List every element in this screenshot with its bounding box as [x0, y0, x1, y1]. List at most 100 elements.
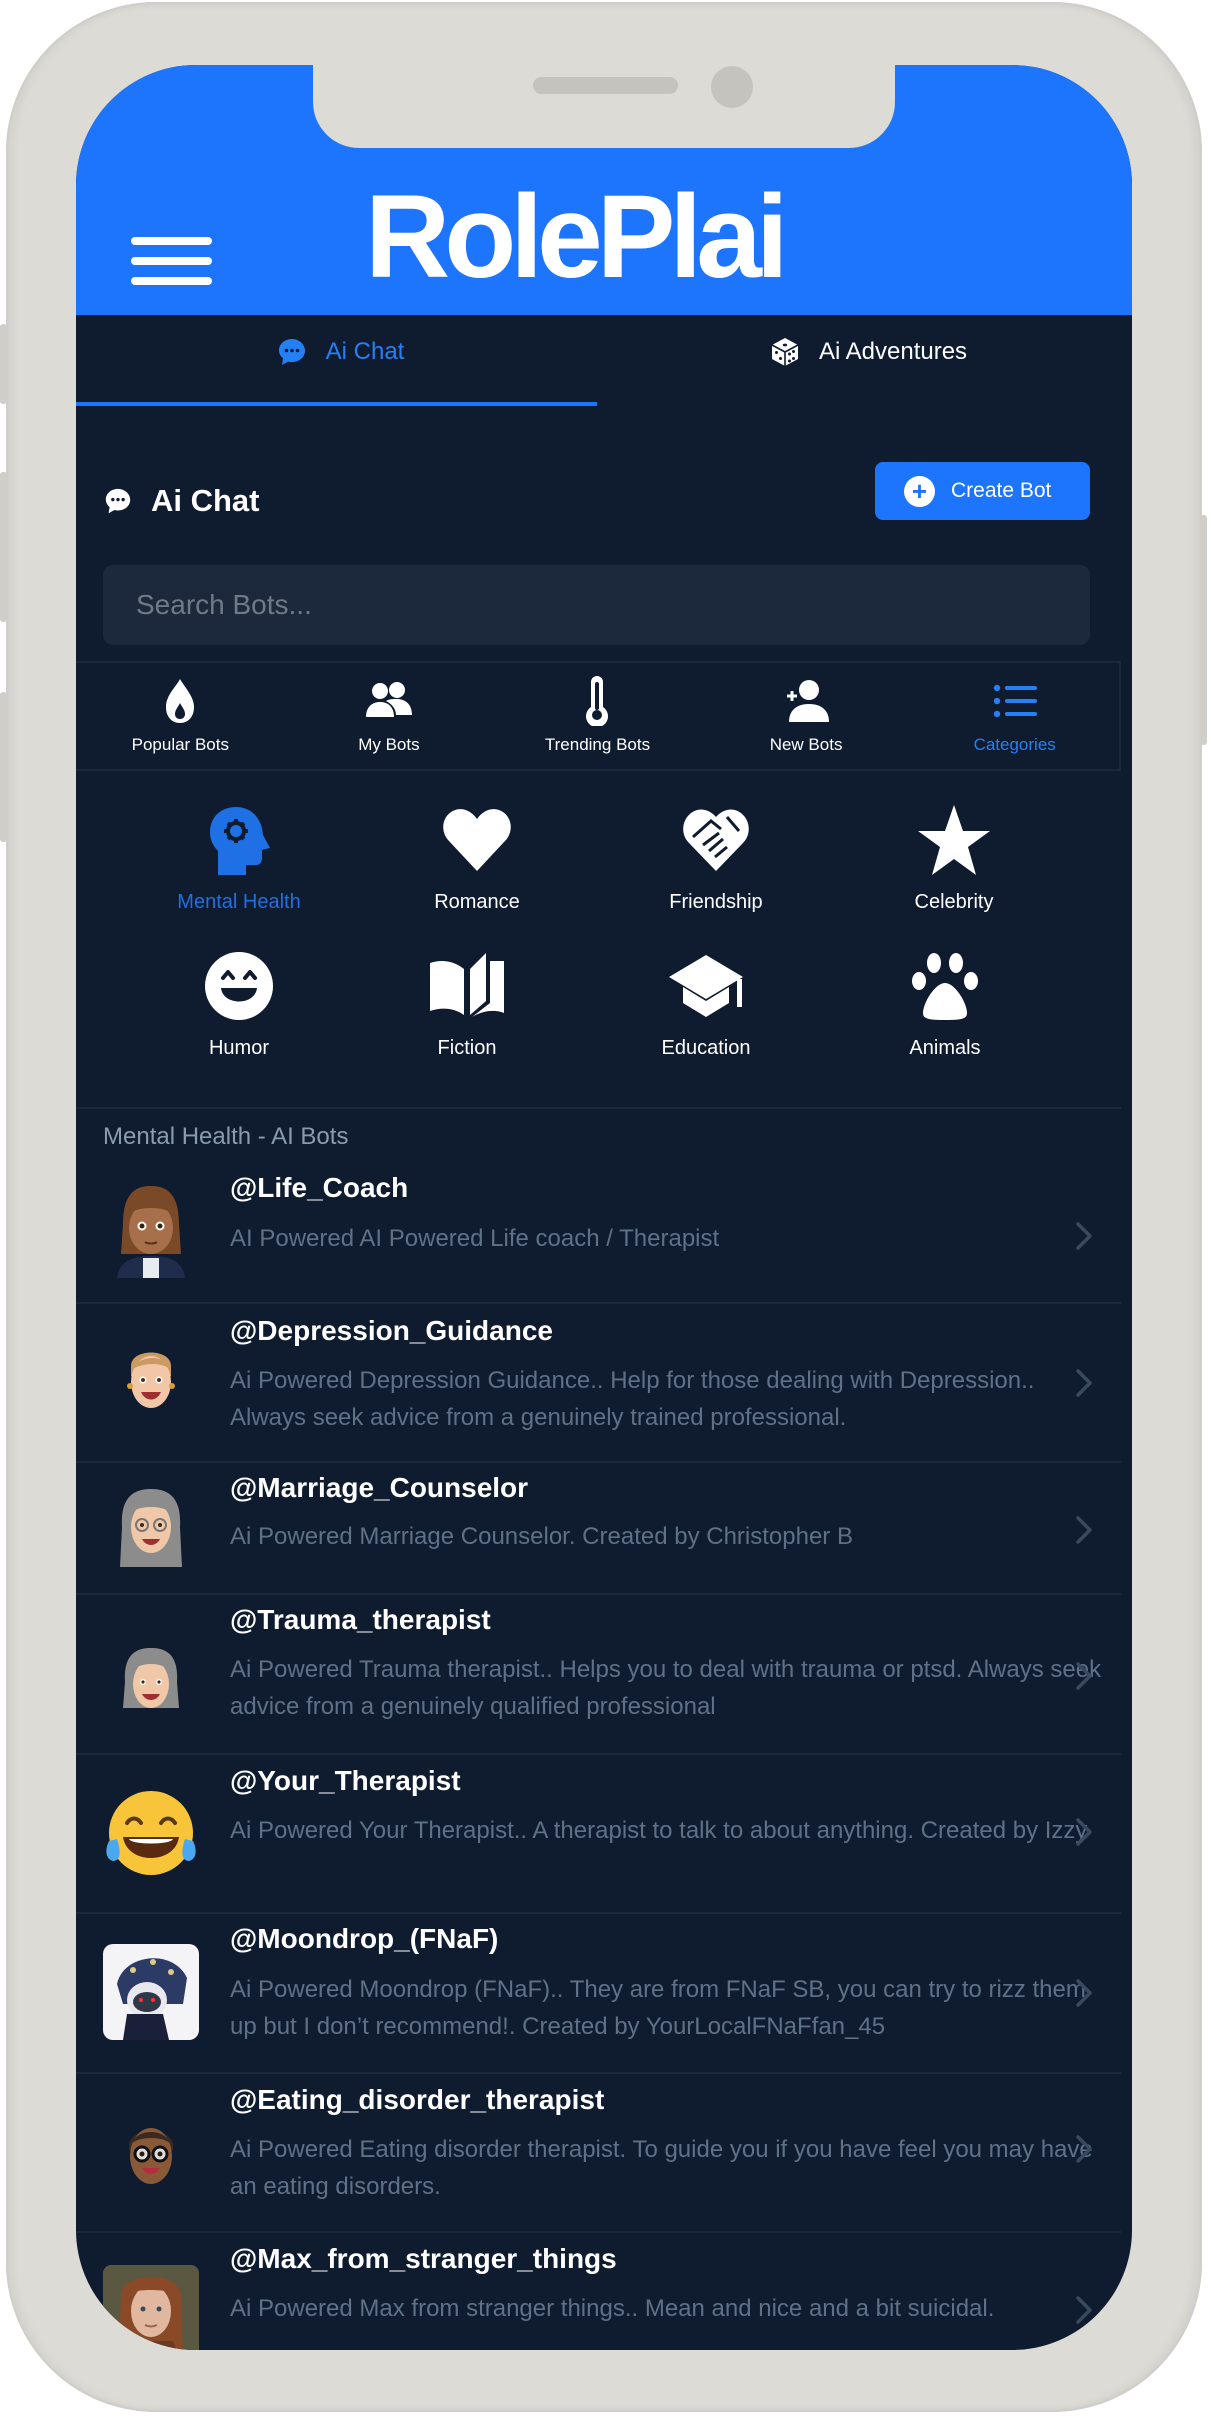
- bot-handle: @Life_Coach: [230, 1172, 409, 1203]
- divider: [76, 1107, 1121, 1109]
- avatar: [103, 1183, 199, 1279]
- chevron-right-icon: [1076, 1979, 1092, 2007]
- bot-list-item[interactable]: @Depression_Guidance Ai Powered Depressi…: [76, 1304, 1121, 1463]
- app-screen: RolePlai Ai Chat Ai Adventures Ai Chat +…: [76, 65, 1132, 2350]
- section-header: Ai Chat: [103, 483, 260, 519]
- bot-description: Ai Powered Marriage Counselor. Created b…: [230, 1523, 853, 1550]
- flame-icon: [166, 679, 195, 723]
- category-animals[interactable]: Animals: [845, 949, 1045, 1060]
- list-section-label: Mental Health - AI Bots: [103, 1123, 349, 1150]
- section-title: Ai Chat: [151, 483, 260, 518]
- memoji-glasses-dark-avatar: [129, 2128, 173, 2184]
- side-button-power: [1200, 515, 1207, 745]
- bot-description: Ai Powered Eating disorder therapist. To…: [230, 2136, 1093, 2200]
- hamburger-menu-button[interactable]: [131, 237, 212, 285]
- category-label: Mental Health: [177, 891, 301, 913]
- nav-trending-bots[interactable]: Trending Bots: [493, 663, 702, 769]
- category-label: Fiction: [437, 1037, 497, 1059]
- bot-handle: @Trauma_therapist: [230, 1604, 491, 1635]
- side-button-volume-down: [0, 692, 7, 842]
- category-mental-health[interactable]: Mental Health: [139, 803, 339, 914]
- avatar: [103, 2265, 199, 2350]
- avatar: [103, 1633, 199, 1729]
- bot-list-item[interactable]: @Eating_disorder_therapist Ai Powered Ea…: [76, 2074, 1121, 2233]
- woman-emoji-avatar: [117, 1186, 185, 1278]
- chevron-right-icon: [1076, 2135, 1092, 2163]
- bot-description: Ai Powered Moondrop (FNaF).. They are fr…: [230, 1976, 1086, 2040]
- bot-description: Ai Powered Your Therapist.. A therapist …: [230, 1817, 1088, 1844]
- bot-list-item[interactable]: @Trauma_therapist Ai Powered Trauma ther…: [76, 1595, 1121, 1755]
- nav-popular-bots[interactable]: Popular Bots: [76, 663, 285, 769]
- chevron-right-icon: [1076, 1818, 1092, 1846]
- chevron-right-icon: [1076, 2296, 1092, 2324]
- chat-bubble-icon: [278, 339, 305, 365]
- handshake-heart-icon: [683, 809, 749, 871]
- star-icon: [918, 805, 990, 875]
- bot-description: Ai Powered Trauma therapist.. Helps you …: [230, 1656, 1102, 1720]
- category-label: Education: [661, 1037, 751, 1059]
- bot-list-item[interactable]: @Your_Therapist Ai Powered Your Therapis…: [76, 1755, 1121, 1914]
- chat-bubble-icon: [105, 488, 131, 514]
- bot-list-item[interactable]: @Max_from_stranger_things Ai Powered Max…: [76, 2233, 1121, 2350]
- hamburger-line: [131, 257, 212, 265]
- bot-description: AI Powered AI Powered Life coach / Thera…: [230, 1225, 720, 1252]
- dice-icon: [771, 338, 799, 366]
- graduation-cap-icon: [669, 955, 743, 1017]
- avatar: [103, 2106, 199, 2202]
- nav-label: New Bots: [769, 735, 843, 754]
- nav-label: Popular Bots: [131, 735, 229, 754]
- bot-handle: @Max_from_stranger_things: [230, 2243, 617, 2274]
- category-label: Humor: [208, 1037, 269, 1059]
- side-button-mute: [0, 324, 7, 404]
- moondrop-avatar: [103, 1944, 199, 2040]
- chevron-right-icon: [1076, 1516, 1092, 1544]
- bot-list-item[interactable]: @Moondrop_(FNaF) Ai Powered Moondrop (FN…: [76, 1914, 1121, 2074]
- avatar: [103, 1944, 199, 2040]
- bot-handle: @Marriage_Counselor: [230, 1472, 529, 1503]
- category-label: Romance: [434, 891, 520, 913]
- category-label: Celebrity: [914, 891, 994, 913]
- users-icon: [365, 682, 412, 717]
- memoji-blonde-avatar: [127, 1352, 175, 1408]
- create-bot-label: Create Bot: [951, 479, 1052, 502]
- user-plus-icon: [787, 680, 830, 722]
- tab-ai-adventures[interactable]: Ai Adventures: [604, 315, 1132, 407]
- tab-label: Ai Chat: [325, 338, 405, 365]
- head-gear-icon: [210, 807, 270, 875]
- chevron-right-icon: [1076, 1662, 1092, 1690]
- tears-of-joy-emoji-avatar: [106, 1791, 196, 1875]
- bot-list-item[interactable]: @Life_Coach AI Powered AI Powered Life c…: [76, 1161, 1121, 1304]
- main-tabs: Ai Chat Ai Adventures: [76, 315, 1132, 407]
- tab-label: Ai Adventures: [818, 338, 968, 365]
- tab-ai-chat[interactable]: Ai Chat: [76, 315, 604, 407]
- nav-categories[interactable]: Categories: [910, 663, 1119, 769]
- list-icon: [993, 684, 1037, 718]
- search-bots-input[interactable]: [103, 565, 1090, 645]
- nav-my-bots[interactable]: My Bots: [285, 663, 494, 769]
- nav-new-bots[interactable]: New Bots: [702, 663, 911, 769]
- category-romance[interactable]: Romance: [377, 803, 577, 914]
- category-label: Friendship: [669, 891, 763, 913]
- category-fiction[interactable]: Fiction: [367, 949, 567, 1060]
- thermometer-icon: [586, 676, 609, 726]
- avatar: [103, 1481, 199, 1577]
- bot-handle: @Moondrop_(FNaF): [230, 1923, 499, 1954]
- category-humor[interactable]: Humor: [139, 949, 339, 1060]
- speaker-grill: [533, 77, 678, 94]
- category-friendship[interactable]: Friendship: [616, 803, 816, 914]
- bot-handle: @Your_Therapist: [230, 1765, 461, 1796]
- category-education[interactable]: Education: [606, 949, 806, 1060]
- category-label: Animals: [909, 1037, 981, 1059]
- plus-circle-icon: +: [904, 475, 935, 507]
- create-bot-button[interactable]: + Create Bot: [875, 462, 1090, 520]
- front-camera: [711, 66, 753, 108]
- bot-list-item[interactable]: @Marriage_Counselor Ai Powered Marriage …: [76, 1463, 1121, 1595]
- heart-icon: [443, 809, 511, 871]
- bot-description: Ai Powered Depression Guidance.. Help fo…: [230, 1367, 1035, 1431]
- memoji-gray-hair-glasses-avatar: [120, 1489, 182, 1567]
- category-celebrity[interactable]: Celebrity: [854, 803, 1054, 914]
- avatar: [103, 1334, 199, 1430]
- chevron-right-icon: [1076, 1222, 1092, 1250]
- paw-icon: [912, 953, 978, 1020]
- photo-redhead-avatar: [103, 2265, 199, 2350]
